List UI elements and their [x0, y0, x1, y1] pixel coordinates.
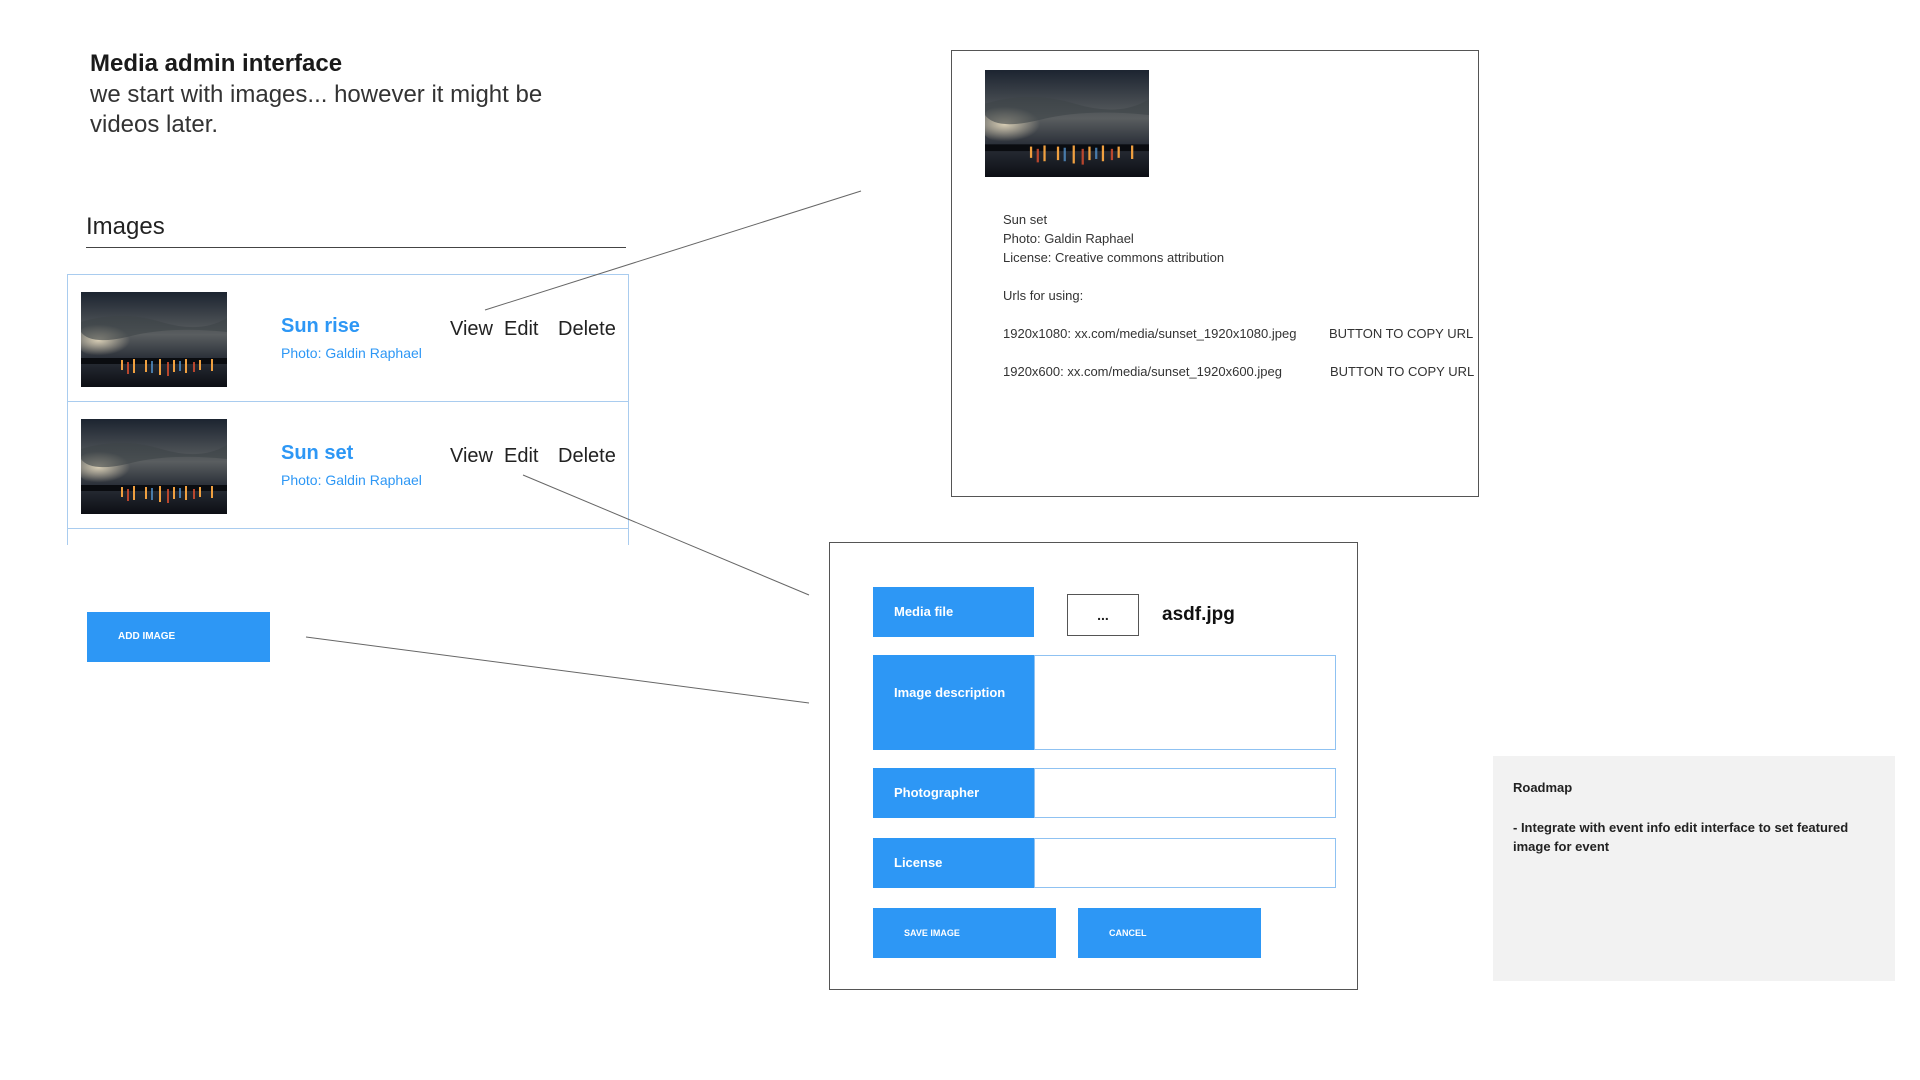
edit-image-form: Media file ... asdf.jpg Image descriptio… — [829, 542, 1358, 990]
image-title: Sun rise — [281, 315, 360, 337]
view-image-panel: Sun set Photo: Galdin Raphael License: C… — [951, 50, 1479, 497]
roadmap-note: Roadmap - Integrate with event info edit… — [1493, 756, 1895, 981]
view-link[interactable]: View — [450, 318, 493, 341]
connector-add — [305, 636, 810, 704]
page-subtitle: we start with images... however it might… — [90, 81, 543, 138]
add-image-button[interactable]: ADD IMAGE — [87, 612, 270, 662]
url-1920x600: 1920x600: xx.com/media/sunset_1920x600.j… — [1003, 364, 1282, 379]
edit-link[interactable]: Edit — [504, 318, 538, 341]
delete-link[interactable]: Delete — [558, 318, 616, 341]
preview-image — [985, 70, 1149, 177]
image-name: Sun set — [1003, 212, 1048, 227]
image-row-sun-rise: Sun rise Photo: Galdin Raphael View Edit… — [68, 275, 628, 402]
selected-file-name: asdf.jpg — [1162, 604, 1235, 625]
photographer-label: Photographer — [873, 768, 1034, 818]
media-file-label: Media file — [873, 587, 1034, 637]
photo-credit: Photo: Galdin Raphael — [1003, 231, 1134, 246]
image-credit: Photo: Galdin Raphael — [281, 345, 422, 361]
image-title: Sun set — [281, 442, 354, 464]
url-1920x1080: 1920x1080: xx.com/media/sunset_1920x1080… — [1003, 326, 1297, 341]
image-thumbnail — [81, 292, 227, 387]
section-divider — [86, 247, 626, 248]
page-title: Media admin interface — [90, 50, 343, 77]
cancel-button[interactable]: CANCEL — [1078, 908, 1261, 958]
image-list: Sun rise Photo: Galdin Raphael View Edit… — [67, 274, 629, 545]
image-description-input[interactable] — [1034, 655, 1336, 750]
images-section-title: Images — [86, 213, 165, 240]
image-row-sun-set: Sun set Photo: Galdin Raphael View Edit … — [68, 402, 628, 529]
save-image-button[interactable]: SAVE IMAGE — [873, 908, 1056, 958]
roadmap-item: - Integrate with event info edit interfa… — [1513, 820, 1849, 854]
image-description-label: Image description — [873, 655, 1034, 750]
copy-url-button[interactable]: BUTTON TO COPY URL — [1330, 364, 1474, 379]
roadmap-title: Roadmap — [1513, 780, 1573, 795]
license-label: License — [873, 838, 1034, 888]
image-credit: Photo: Galdin Raphael — [281, 472, 422, 488]
edit-link[interactable]: Edit — [504, 445, 538, 468]
delete-link[interactable]: Delete — [558, 445, 616, 468]
copy-url-button[interactable]: BUTTON TO COPY URL — [1329, 326, 1473, 341]
browse-file-button[interactable]: ... — [1067, 594, 1139, 636]
license-info: License: Creative commons attribution — [1003, 250, 1225, 265]
urls-heading: Urls for using: — [1003, 288, 1084, 303]
view-link[interactable]: View — [450, 445, 493, 468]
license-input[interactable] — [1034, 838, 1336, 888]
image-thumbnail — [81, 419, 227, 514]
photographer-input[interactable] — [1034, 768, 1336, 818]
